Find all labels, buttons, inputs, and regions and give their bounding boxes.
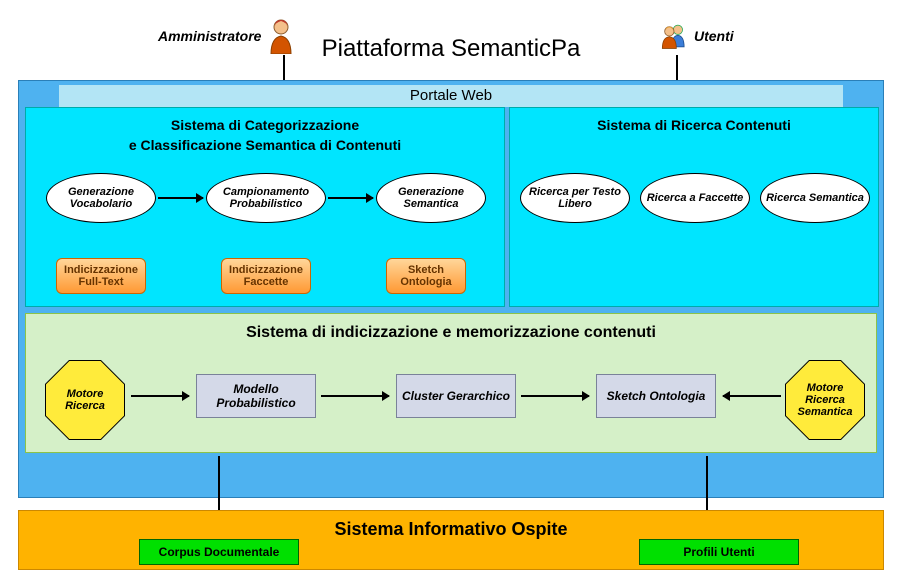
host-system: Sistema Informativo Ospite Corpus Docume… xyxy=(18,510,884,570)
host-title: Sistema Informativo Ospite xyxy=(334,519,567,540)
person-icon xyxy=(267,18,295,54)
admin-actor: Amministratore xyxy=(158,18,295,54)
box-index-fulltext: Indicizzazione Full-Text xyxy=(56,258,146,294)
search-system: Sistema di Ricerca Contenuti Ricerca per… xyxy=(509,107,879,307)
arrow-b1-b2 xyxy=(321,395,389,397)
categorization-system: Sistema di Categorizzazione e Classifica… xyxy=(25,107,505,307)
admin-label: Amministratore xyxy=(158,28,261,44)
search-header: Sistema di Ricerca Contenuti xyxy=(510,116,878,136)
cat-header-1: Sistema di Categorizzazione xyxy=(26,116,504,136)
portal-header: Portale Web xyxy=(59,85,843,107)
box-modello-prob: Modello Probabilistico xyxy=(196,374,316,418)
box-cluster-ger: Cluster Gerarchico xyxy=(396,374,516,418)
platform-container: Portale Web Sistema di Categorizzazione … xyxy=(18,80,884,498)
box-sketch-ont: Sketch Ontologia xyxy=(596,374,716,418)
ellipse-ricerca-faccette: Ricerca a Faccette xyxy=(640,173,750,223)
users-actor: Utenti xyxy=(660,18,734,54)
index-header: Sistema di indicizzazione e memorizzazio… xyxy=(26,314,876,342)
box-corpus-doc: Corpus Documentale xyxy=(139,539,299,565)
arrow-e2-e3 xyxy=(328,197,373,199)
ellipse-ricerca-semantica: Ricerca Semantica xyxy=(760,173,870,223)
ellipse-campionamento: Campionamento Probabilistico xyxy=(206,173,326,223)
octagon-motore-semantica: Motore Ricerca Semantica xyxy=(786,361,864,439)
box-profili-utenti: Profili Utenti xyxy=(639,539,799,565)
ellipse-ricerca-libero: Ricerca per Testo Libero xyxy=(520,173,630,223)
box-sketch-ontologia: Sketch Ontologia xyxy=(386,258,466,294)
ellipse-gen-vocab: Generazione Vocabolario xyxy=(46,173,156,223)
users-label: Utenti xyxy=(694,28,734,44)
cat-header-2: e Classificazione Semantica di Contenuti xyxy=(26,136,504,156)
platform-title: Piattaforma SemanticPa xyxy=(322,35,581,63)
arrow-b2-b3 xyxy=(521,395,589,397)
ellipse-gen-semantica: Generazione Semantica xyxy=(376,173,486,223)
octagon-motore-ricerca: Motore Ricerca xyxy=(46,361,124,439)
arrow-oct1-b1 xyxy=(131,395,189,397)
arrow-oct2-b3 xyxy=(723,395,781,397)
box-index-faccette: Indicizzazione Faccette xyxy=(221,258,311,294)
people-icon xyxy=(660,18,688,54)
arrow-e1-e2 xyxy=(158,197,203,199)
index-system: Sistema di indicizzazione e memorizzazio… xyxy=(25,313,877,453)
